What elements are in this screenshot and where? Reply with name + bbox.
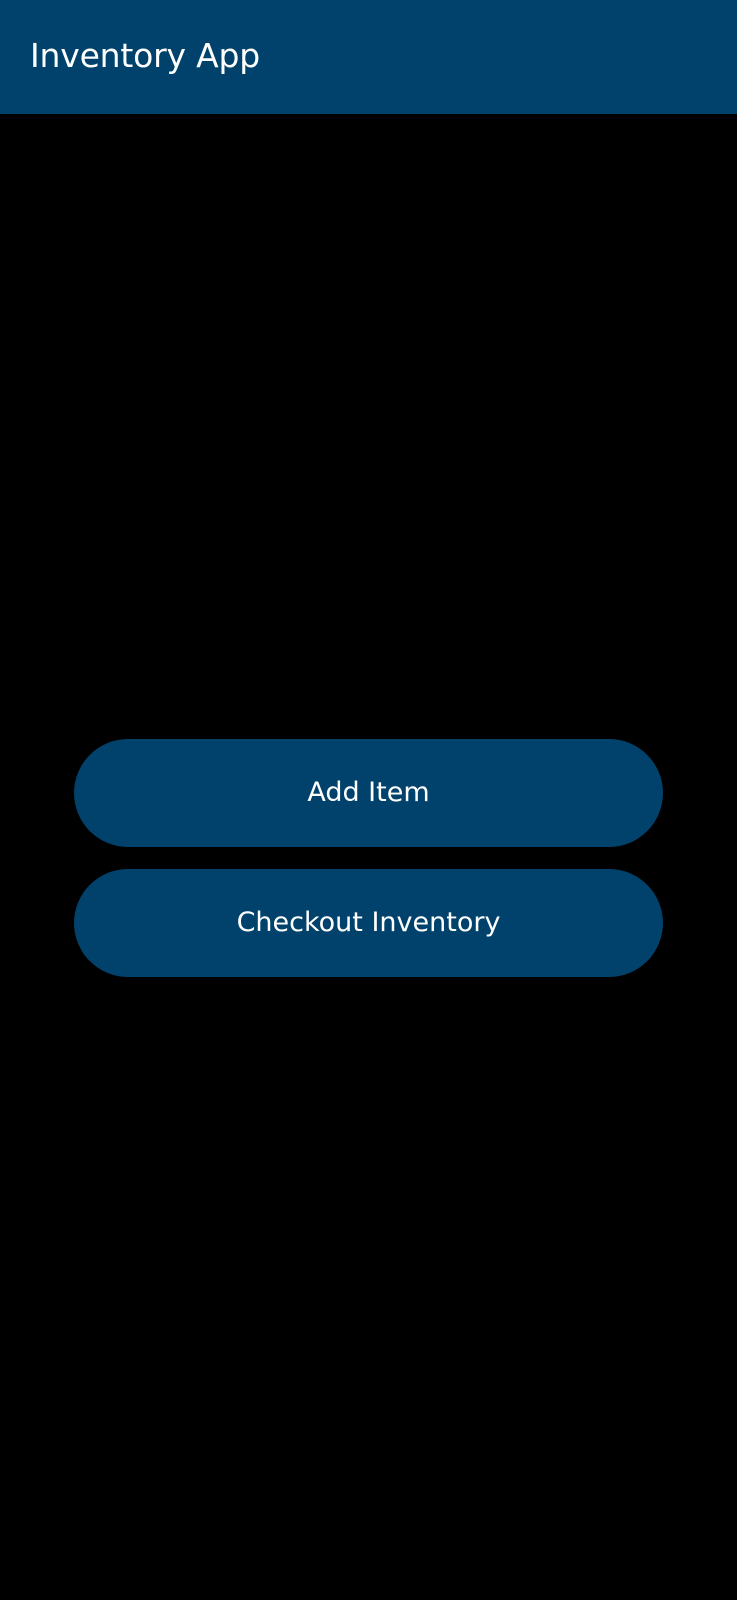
app-title: Inventory App: [30, 36, 260, 75]
checkout-inventory-button[interactable]: Checkout Inventory: [74, 869, 663, 977]
app-bar: Inventory App: [0, 0, 737, 114]
main-content: Add Item Checkout Inventory: [0, 114, 737, 1600]
add-item-button[interactable]: Add Item: [74, 739, 663, 847]
